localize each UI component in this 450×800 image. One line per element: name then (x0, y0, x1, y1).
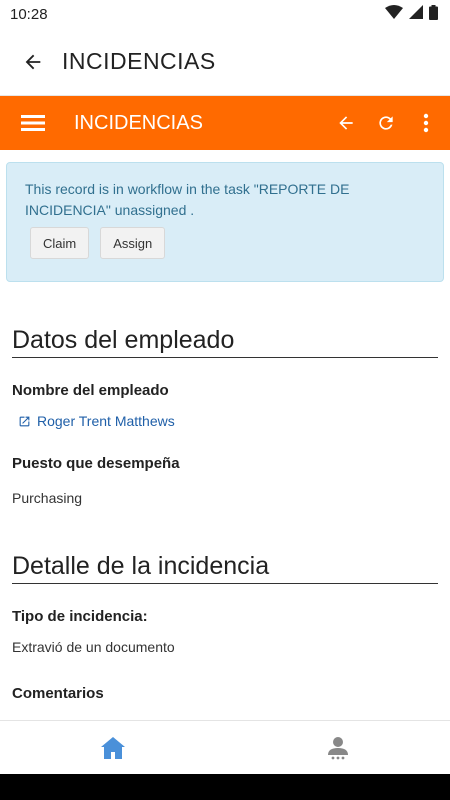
incident-type-value: Extravió de un documento (12, 639, 175, 655)
battery-icon (429, 4, 438, 24)
app-bar: INCIDENCIAS (0, 28, 450, 96)
status-time: 10:28 (10, 5, 48, 23)
workflow-alert-message: This record is in workflow in the task "… (25, 181, 350, 218)
workflow-alert: This record is in workflow in the task "… (6, 162, 444, 282)
hamburger-menu-icon (21, 115, 45, 131)
toolbar-back-button[interactable] (326, 103, 366, 143)
position-value: Purchasing (12, 490, 83, 506)
arrow-left-icon (339, 116, 353, 130)
nav-account[interactable] (225, 721, 450, 774)
wifi-icon (385, 5, 403, 23)
refresh-button[interactable] (366, 103, 406, 143)
more-options-button[interactable] (406, 103, 446, 143)
employee-name-value: Roger Trent Matthews (37, 413, 175, 429)
employee-name-link[interactable]: Roger Trent Matthews (18, 413, 438, 429)
status-icons (385, 4, 438, 24)
record-content[interactable]: This record is in workflow in the task "… (0, 150, 450, 720)
home-icon (100, 736, 125, 759)
toolbar-title: INCIDENCIAS (74, 111, 203, 134)
refresh-icon (379, 116, 393, 130)
status-bar: 10:28 (0, 0, 450, 28)
workflow-alert-actions: Claim Assign (25, 227, 425, 259)
arrow-left-icon (25, 54, 41, 69)
user-icon (327, 736, 348, 759)
app-bar-title: INCIDENCIAS (62, 48, 216, 74)
more-vertical-icon (423, 113, 429, 133)
section-title-employee: Datos del empleado (12, 326, 438, 358)
cellular-signal-icon (409, 5, 423, 23)
record-toolbar: INCIDENCIAS (0, 96, 450, 150)
nav-home[interactable] (0, 721, 225, 774)
system-navigation-bar (0, 774, 450, 800)
incident-type-label: Tipo de incidencia: (12, 608, 148, 625)
employee-name-label: Nombre del empleado (12, 382, 169, 399)
back-button[interactable] (20, 49, 46, 75)
comments-label: Comentarios (12, 685, 104, 702)
assign-button[interactable]: Assign (100, 227, 166, 259)
menu-button[interactable] (20, 110, 46, 136)
section-title-incident: Detalle de la incidencia (12, 552, 438, 584)
claim-button[interactable]: Claim (30, 227, 90, 259)
bottom-navigation (0, 720, 450, 774)
open-in-new-icon (19, 416, 30, 426)
position-label: Puesto que desempeña (12, 455, 180, 472)
